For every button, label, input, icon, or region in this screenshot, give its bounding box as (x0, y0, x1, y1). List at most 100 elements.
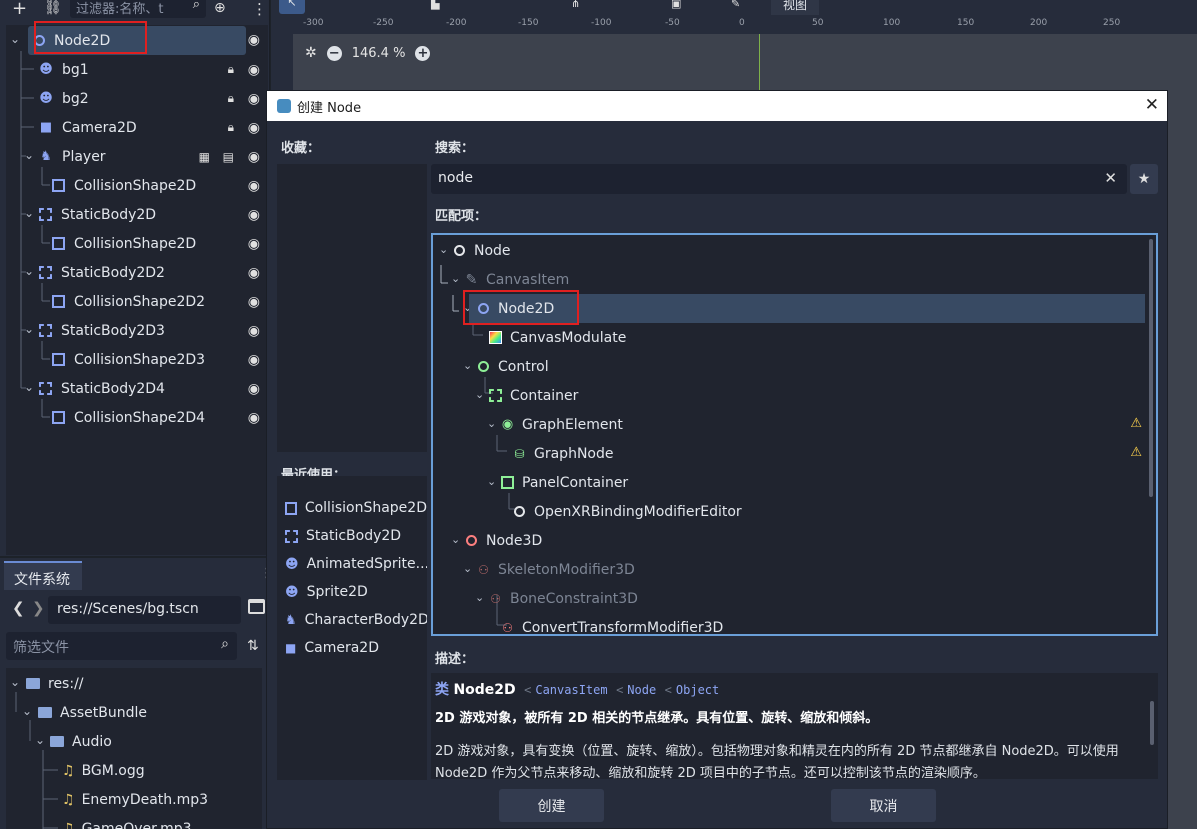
tree-node-staticbody2d4[interactable]: StaticBody2D4 ◉ (6, 374, 268, 403)
scene-filter-input[interactable]: 过滤器:名称、t ⌕ (70, 0, 206, 18)
view-menu-button[interactable]: 视图 (771, 0, 820, 15)
match-container[interactable]: Container (489, 381, 578, 410)
path-field[interactable]: res://Scenes/bg.tscn (48, 596, 241, 624)
tab-filesystem[interactable]: 文件系统 (4, 561, 82, 590)
select-mode-icon[interactable]: ↖ (279, 0, 305, 14)
match-graphnode[interactable]: ⛁ GraphNode (513, 439, 613, 468)
tree-node-staticbody2d2[interactable]: StaticBody2D2 ◉ (6, 258, 268, 287)
inherit-link[interactable]: Node (627, 683, 656, 697)
recent-item[interactable]: ☻ Sprite2D (277, 578, 427, 606)
script-icon[interactable]: ▤ (223, 150, 234, 164)
match-control[interactable]: Control (477, 352, 549, 381)
chevron-down-icon[interactable]: ⌄ (487, 417, 496, 430)
clear-search-icon[interactable]: ✕ (1104, 169, 1117, 187)
visibility-eye-icon[interactable]: ◉ (248, 323, 260, 339)
visibility-eye-icon[interactable]: ◉ (248, 236, 260, 252)
visibility-eye-icon[interactable]: ◉ (248, 120, 260, 136)
visibility-eye-icon[interactable]: ◉ (248, 410, 260, 426)
lock-icon[interactable]: ▣ (671, 0, 681, 10)
visibility-eye-icon[interactable]: ◉ (248, 91, 260, 107)
visibility-eye-icon[interactable]: ◉ (248, 207, 260, 223)
chevron-down-icon[interactable]: ⌄ (487, 475, 496, 488)
tree-node-staticbody2d3[interactable]: StaticBody2D3 ◉ (6, 316, 268, 345)
tree-node-player[interactable]: ♞ Player ▦ ▤ ◉ (6, 142, 268, 171)
tree-node-collisionshape2d[interactable]: CollisionShape2D ◉ (6, 171, 268, 200)
visibility-eye-icon[interactable]: ◉ (248, 381, 260, 397)
match-node[interactable]: Node (453, 236, 511, 265)
chevron-down-icon[interactable]: ⌄ (475, 388, 484, 401)
favorite-star-button[interactable]: ★ (1130, 164, 1158, 194)
tree-node-collisionshape2d[interactable]: CollisionShape2D ◉ (6, 229, 268, 258)
file-filter-input[interactable]: 筛选文件 ⌕ (6, 632, 237, 660)
folder-res[interactable]: res:// (26, 669, 84, 698)
inherit-link[interactable]: Object (676, 683, 719, 697)
split-view-icon[interactable] (248, 599, 265, 614)
lock-icon[interactable]: 🔒︎ (228, 91, 234, 106)
match-panelcontainer[interactable]: PanelContainer (501, 468, 628, 497)
tree-node-collisionshape2d4[interactable]: CollisionShape2D4 ◉ (6, 403, 268, 432)
folder-assetbundle[interactable]: AssetBundle (38, 698, 147, 727)
clapperboard-icon[interactable]: ▦ (199, 150, 210, 164)
folder-audio[interactable]: Audio (50, 727, 112, 756)
chevron-down-icon[interactable]: ⌄ (451, 533, 460, 546)
sort-icon[interactable]: ⇅ (247, 638, 259, 654)
forward-arrow-icon[interactable]: ❯ (32, 599, 45, 617)
recent-item[interactable]: ♞ CharacterBody2D (277, 606, 427, 634)
match-converttransformmodifier3d[interactable]: ⚇ ConvertTransformModifier3D (501, 613, 723, 635)
match-skeletonmodifier3d[interactable]: ⚇ SkeletonModifier3D (477, 555, 635, 584)
visibility-eye-icon[interactable]: ◉ (248, 265, 260, 281)
recent-item[interactable]: StaticBody2D (277, 522, 427, 550)
tree-node-collisionshape2d3[interactable]: CollisionShape2D3 ◉ (6, 345, 268, 374)
visibility-eye-icon[interactable]: ◉ (248, 32, 260, 48)
chevron-down-icon[interactable]: ⌄ (439, 243, 448, 256)
match-graphelement[interactable]: ◉ GraphElement (501, 410, 623, 439)
tree-node-staticbody2d[interactable]: StaticBody2D ◉ (6, 200, 268, 229)
chevron-down-icon[interactable]: ⌄ (35, 733, 45, 747)
tree-node-camera2d[interactable]: ■ Camera2D 🔒︎ ◉ (6, 113, 268, 142)
lock-icon[interactable]: 🔒︎ (228, 62, 234, 77)
recent-item[interactable]: ☻ AnimatedSprite... (277, 550, 427, 578)
match-openxrbindingmodifiereditor[interactable]: OpenXRBindingModifierEditor (513, 497, 742, 526)
zoom-level[interactable]: 146.4 % (352, 46, 406, 61)
matches-scrollbar[interactable] (1149, 239, 1153, 497)
inherit-link[interactable]: CanvasItem (535, 683, 607, 697)
zoom-out-button[interactable]: − (326, 45, 342, 61)
zoom-in-button[interactable]: + (415, 45, 431, 61)
center-view-icon[interactable]: ✲ (305, 45, 317, 61)
chevron-down-icon[interactable]: ⌄ (463, 359, 472, 372)
chevron-down-icon[interactable]: ⌄ (10, 675, 20, 689)
cancel-button[interactable]: 取消 (831, 789, 936, 822)
back-arrow-icon[interactable]: ❮ (12, 599, 25, 617)
bone-icon[interactable]: ✎ (731, 0, 740, 10)
visibility-eye-icon[interactable]: ◉ (248, 62, 260, 78)
instance-scene-icon[interactable]: ⊕ (214, 0, 226, 16)
search-input[interactable]: node ✕ (431, 164, 1127, 194)
add-node-icon[interactable]: + (12, 0, 27, 19)
visibility-eye-icon[interactable]: ◉ (248, 178, 260, 194)
chevron-down-icon[interactable]: ⌄ (475, 591, 484, 604)
chevron-down-icon[interactable]: ⌄ (22, 704, 32, 718)
visibility-eye-icon[interactable]: ◉ (248, 352, 260, 368)
match-node3d[interactable]: Node3D (465, 526, 542, 555)
tree-node-bg1[interactable]: ☻ bg1 🔒︎ ◉ (6, 55, 268, 84)
visibility-eye-icon[interactable]: ◉ (248, 294, 260, 310)
snap-icon[interactable]: ⋔ (571, 0, 580, 10)
chevron-down-icon[interactable]: ⌄ (463, 562, 472, 575)
match-boneconstraint3d[interactable]: ⚇ BoneConstraint3D (489, 584, 638, 613)
create-button[interactable]: 创建 (499, 789, 604, 822)
file-gameover[interactable]: ♫ GameOver.mp3 (62, 814, 192, 829)
lock-icon[interactable]: 🔒︎ (228, 120, 234, 135)
tree-node-collisionshape2d2[interactable]: CollisionShape2D2 ◉ (6, 287, 268, 316)
file-enemydeath[interactable]: ♫ EnemyDeath.mp3 (62, 785, 208, 814)
description-scrollbar[interactable] (1150, 701, 1154, 745)
chevron-down-icon[interactable]: ⌄ (451, 272, 460, 285)
tool-icon[interactable]: ▙ (431, 0, 439, 10)
tree-node-bg2[interactable]: ☻ bg2 🔒︎ ◉ (6, 84, 268, 113)
visibility-eye-icon[interactable]: ◉ (248, 149, 260, 165)
close-icon[interactable]: ✕ (1145, 95, 1159, 115)
chevron-down-icon[interactable]: ⌄ (10, 32, 20, 46)
link-icon[interactable]: ⛓ (44, 0, 62, 16)
recent-item[interactable]: ■ Camera2D (277, 634, 427, 662)
recent-item[interactable]: CollisionShape2D (277, 494, 427, 522)
file-bgm[interactable]: ♫ BGM.ogg (62, 756, 145, 785)
